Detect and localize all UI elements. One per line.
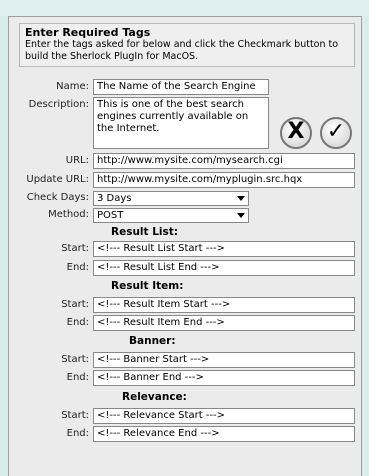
banner-start-label: Start:	[61, 354, 89, 365]
result-list-start-field[interactable]: <!--- Result List Start --->	[93, 241, 355, 257]
relevance-end-field[interactable]: <!--- Relevance End --->	[93, 426, 355, 442]
banner-end-field[interactable]: <!--- Banner End --->	[93, 370, 355, 386]
description-label: Description:	[28, 99, 89, 110]
check-days-label: Check Days:	[26, 192, 89, 203]
name-field[interactable]: The Name of the Search Engine	[93, 79, 269, 95]
update-url-field[interactable]: http://www.mysite.com/myplugin.src.hqx	[93, 172, 355, 188]
url-field[interactable]: http://www.mysite.com/mysearch.cgi	[93, 153, 355, 169]
method-label: Method:	[48, 209, 89, 220]
result-item-end-field[interactable]: <!--- Result Item End --->	[93, 315, 355, 331]
result-item-start-field[interactable]: <!--- Result Item Start --->	[93, 297, 355, 313]
relevance-start-label: Start:	[61, 410, 89, 421]
check-days-value: 3 Days	[97, 193, 132, 204]
method-value: POST	[97, 210, 124, 221]
result-item-heading: Result Item:	[111, 280, 184, 292]
result-item-end-label: End:	[66, 317, 89, 328]
result-list-heading: Result List:	[111, 226, 178, 238]
result-list-end-label: End:	[66, 262, 89, 273]
plugin-form-panel: Enter Required Tags Enter the tags asked…	[8, 16, 362, 476]
cancel-button[interactable]: X	[280, 117, 312, 149]
instructions-text: Enter the tags asked for below and click…	[25, 39, 339, 62]
banner-start-field[interactable]: <!--- Banner Start --->	[93, 352, 355, 368]
description-field[interactable]: This is one of the best search engines c…	[93, 97, 269, 149]
result-item-start-label: Start:	[61, 299, 89, 310]
chevron-down-icon	[237, 196, 245, 201]
build-checkmark-button[interactable]: ✓	[320, 117, 352, 149]
result-list-end-field[interactable]: <!--- Result List End --->	[93, 260, 355, 276]
instructions-title: Enter Required Tags	[25, 26, 151, 39]
relevance-heading: Relevance:	[122, 391, 187, 403]
result-list-start-label: Start:	[61, 243, 89, 254]
check-days-select[interactable]: 3 Days	[93, 191, 249, 206]
url-label: URL:	[65, 155, 89, 166]
name-label: Name:	[56, 81, 89, 92]
instructions-box: Enter Required Tags Enter the tags asked…	[19, 23, 355, 67]
banner-end-label: End:	[66, 372, 89, 383]
relevance-start-field[interactable]: <!--- Relevance Start --->	[93, 408, 355, 424]
relevance-end-label: End:	[66, 428, 89, 439]
top-strip	[0, 0, 369, 16]
checkmark-icon: ✓	[326, 119, 346, 144]
chevron-down-icon	[237, 213, 245, 218]
banner-heading: Banner:	[129, 335, 176, 347]
update-url-label: Update URL:	[26, 174, 89, 185]
method-select[interactable]: POST	[93, 208, 249, 223]
cancel-icon: X	[287, 119, 305, 144]
